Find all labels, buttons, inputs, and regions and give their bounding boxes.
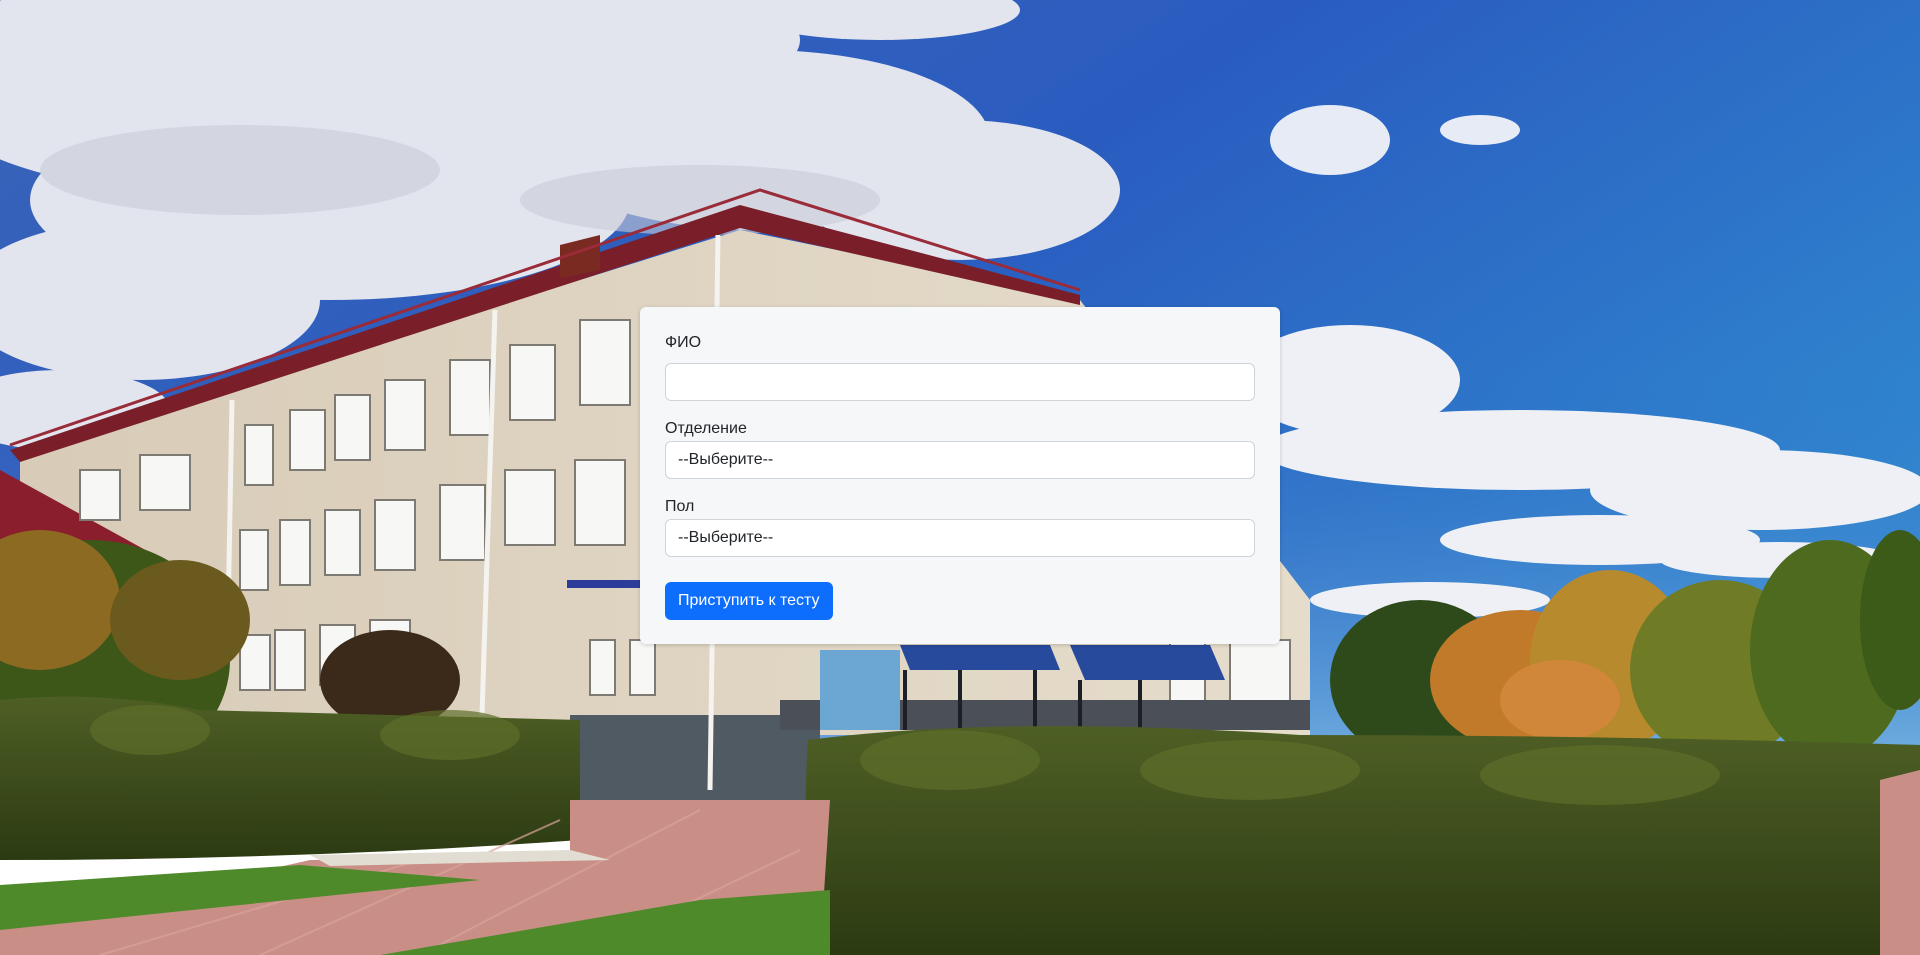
department-select-value: --Выберите-- xyxy=(678,451,774,468)
start-test-button[interactable]: Приступить к тесту xyxy=(665,582,833,620)
department-label: Отделение xyxy=(665,420,747,437)
gender-select-value: --Выберите-- xyxy=(678,529,774,546)
gender-select[interactable]: --Выберите-- xyxy=(665,519,1255,557)
gender-label: Пол xyxy=(665,498,695,515)
fio-input[interactable] xyxy=(665,363,1255,401)
test-registration-form: ФИО Отделение --Выберите-- Пол --Выберит… xyxy=(640,307,1280,644)
fio-label: ФИО xyxy=(665,334,702,351)
department-select[interactable]: --Выберите-- xyxy=(665,441,1255,479)
